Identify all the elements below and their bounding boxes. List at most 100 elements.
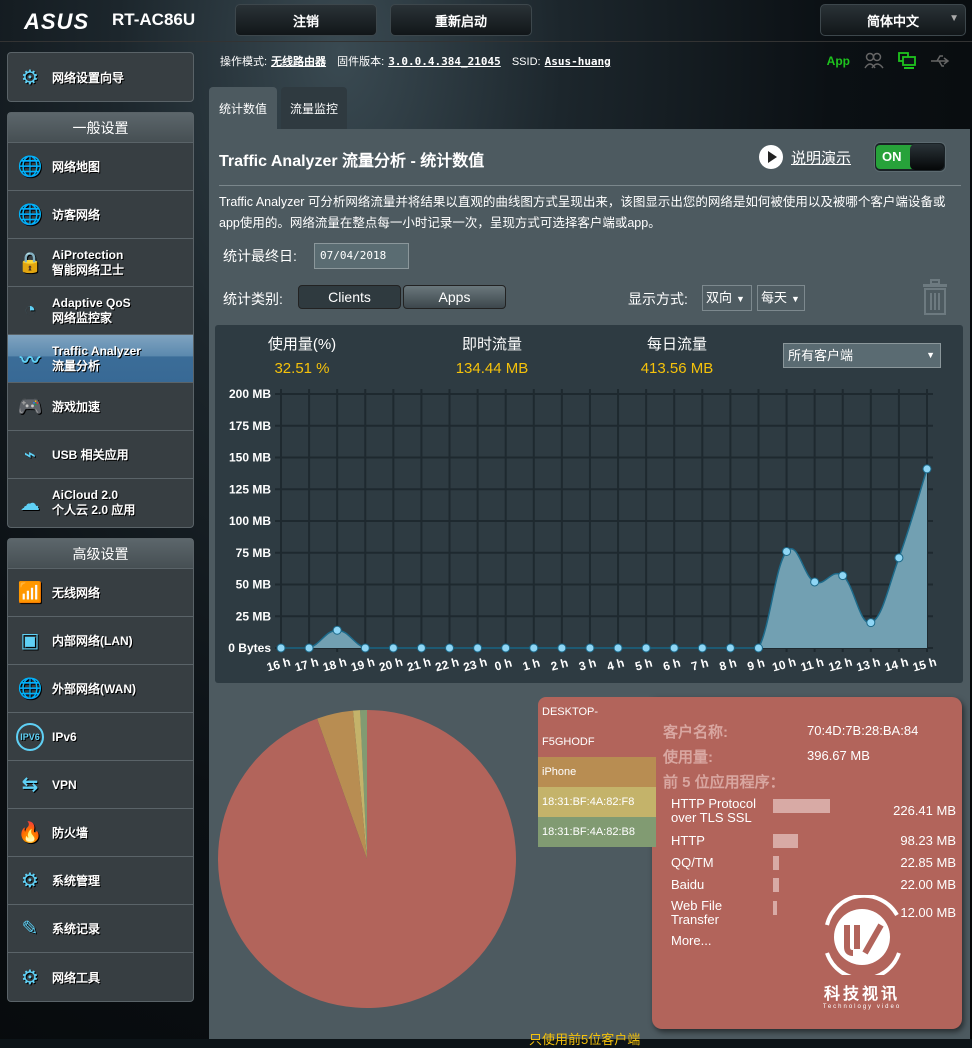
setup-wizard-card: ⚙ 网络设置向导: [7, 52, 194, 102]
demo-link-group[interactable]: 说明演示: [759, 145, 851, 169]
trash-icon[interactable]: [921, 279, 949, 315]
sidebar-item-label: USB 相关应用: [52, 448, 129, 462]
x-tick-label: 12 h: [827, 655, 854, 675]
data-point[interactable]: [360, 643, 370, 653]
sidebar-item-usb[interactable]: ⌁ USB 相关应用: [8, 431, 193, 479]
data-point[interactable]: [304, 643, 314, 653]
sidebar-item-guest-network[interactable]: 🌐 访客网络: [8, 191, 193, 239]
data-point[interactable]: [473, 643, 483, 653]
logout-button[interactable]: 注销: [235, 4, 377, 36]
language-select[interactable]: 简体中文 ▼: [820, 4, 966, 36]
app-usage-bar: [773, 878, 779, 892]
data-point[interactable]: [725, 643, 735, 653]
client-detail-panel: 客户名称: 70:4D:7B:28:BA:84 使用量: 396.67 MB 前…: [652, 697, 962, 1029]
x-tick-label: 14 h: [883, 655, 910, 675]
network-status-icon[interactable]: [898, 52, 916, 70]
sidebar-item-firewall[interactable]: 🔥 防火墙: [8, 809, 193, 857]
chevron-down-icon: ▼: [736, 294, 745, 304]
direction-select[interactable]: 双向 ▼: [702, 285, 752, 311]
traffic-analyzer-toggle[interactable]: ON: [874, 142, 946, 172]
sidebar-item-label: 系统记录: [52, 922, 101, 936]
sidebar-item-traffic-analyzer[interactable]: 〰 Traffic Analyzer 流量分析: [8, 335, 193, 383]
firmware-link[interactable]: 3.0.0.4.384_21045: [388, 55, 501, 68]
area-fill: [281, 468, 927, 648]
advanced-settings-title: 高级设置: [8, 539, 193, 569]
sidebar-item-administration[interactable]: ⚙ 系统管理: [8, 857, 193, 905]
x-tick-label: 19 h: [349, 655, 376, 675]
sidebar-item-aiprotection[interactable]: 🔒 AiProtection 智能网络卫士: [8, 239, 193, 287]
sidebar-item-vpn[interactable]: ⇆ VPN: [8, 761, 193, 809]
sidebar-item-label: Adaptive QoS: [52, 295, 131, 310]
tab-traffic-monitor[interactable]: 流量监控: [281, 87, 347, 129]
sidebar-item-lan[interactable]: ▣ 内部网络(LAN): [8, 617, 193, 665]
data-point[interactable]: [557, 643, 567, 653]
data-point[interactable]: [782, 546, 792, 556]
data-point[interactable]: [388, 643, 398, 653]
data-point[interactable]: [445, 643, 455, 653]
general-settings-menu: 一般设置 🌐 网络地图 🌐 访客网络 🔒 AiProtection 智能网络卫士 ◔ Ad…: [7, 112, 194, 528]
date-input[interactable]: 07/04/2018: [314, 243, 409, 269]
app-status-icon[interactable]: App: [827, 54, 850, 68]
globe-icon: 🌐: [17, 678, 43, 700]
speedometer-icon: ◔: [23, 299, 37, 321]
sidebar-item-network-tools[interactable]: ⚙ 网络工具: [8, 953, 193, 1001]
legend-item[interactable]: DESKTOP- F5GHODF: [538, 697, 656, 757]
data-point[interactable]: [753, 643, 763, 653]
data-point[interactable]: [838, 571, 848, 581]
x-tick-label: 23 h: [462, 655, 489, 675]
y-tick-label: 100 MB: [229, 514, 271, 528]
sidebar-item-setup-wizard[interactable]: ⚙ 网络设置向导: [8, 53, 193, 101]
data-point[interactable]: [922, 464, 932, 474]
sidebar-item-sublabel: 智能网络卫士: [52, 262, 125, 277]
data-point[interactable]: [276, 643, 286, 653]
x-tick-label: 17 h: [293, 655, 320, 675]
data-point[interactable]: [501, 643, 511, 653]
reboot-button[interactable]: 重新启动: [390, 4, 532, 36]
demo-link[interactable]: 说明演示: [791, 147, 851, 168]
data-point[interactable]: [332, 625, 342, 635]
sidebar-item-label: 无线网络: [52, 586, 101, 600]
legend-item[interactable]: 18:31:BF:4A:82:B8: [538, 817, 656, 847]
sidebar-item-adaptive-qos[interactable]: ◔ Adaptive QoS 网络监控家: [8, 287, 193, 335]
data-point[interactable]: [613, 643, 623, 653]
period-value: 每天: [761, 290, 788, 305]
sidebar-item-aicloud[interactable]: ☁ AiCloud 2.0 个人云 2.0 应用: [8, 479, 193, 527]
data-point[interactable]: [529, 643, 539, 653]
pie-slice[interactable]: [218, 710, 516, 1008]
sidebar-item-label: 系统管理: [52, 874, 101, 888]
ssid-link[interactable]: Asus-huang: [545, 55, 611, 68]
client-usage-value: 396.67 MB: [807, 748, 870, 763]
tab-statistics[interactable]: 统计数值: [209, 87, 277, 129]
sidebar-item-system-log[interactable]: ✎ 系统记录: [8, 905, 193, 953]
sidebar-item-label: 外部网络(WAN): [52, 682, 136, 696]
sidebar-item-ipv6[interactable]: IPV6 IPv6: [8, 713, 193, 761]
legend-item[interactable]: 18:31:BF:4A:82:F8: [538, 787, 656, 817]
app-usage-value: 98.23 MB: [900, 833, 956, 848]
ipv6-icon: IPV6: [16, 722, 44, 751]
data-point[interactable]: [669, 643, 679, 653]
clients-icon[interactable]: [864, 52, 884, 70]
data-point[interactable]: [697, 643, 707, 653]
data-point[interactable]: [585, 643, 595, 653]
data-point[interactable]: [894, 553, 904, 563]
period-select[interactable]: 每天 ▼: [757, 285, 805, 311]
app-row: HTTP Protocol over TLS SSL 226.41 MB: [671, 797, 956, 825]
sidebar-item-wan[interactable]: 🌐 外部网络(WAN): [8, 665, 193, 713]
legend-item[interactable]: iPhone: [538, 757, 656, 787]
data-point[interactable]: [866, 618, 876, 628]
clients-button[interactable]: Clients: [298, 285, 401, 309]
data-point[interactable]: [641, 643, 651, 653]
x-tick-label: 3 h: [577, 656, 597, 674]
sidebar-item-network-map[interactable]: 🌐 网络地图: [8, 143, 193, 191]
play-icon[interactable]: [759, 145, 783, 169]
app-usage-value: 22.85 MB: [900, 855, 956, 870]
usb-icon: ⌁: [23, 444, 37, 466]
usb-status-icon[interactable]: [930, 54, 950, 68]
sidebar-item-sublabel: 个人云 2.0 应用: [52, 503, 136, 517]
data-point[interactable]: [416, 643, 426, 653]
sidebar-item-wireless[interactable]: 📶 无线网络: [8, 569, 193, 617]
apps-button[interactable]: Apps: [403, 285, 506, 309]
data-point[interactable]: [810, 577, 820, 587]
sidebar-item-game-boost[interactable]: 🎮 游戏加速: [8, 383, 193, 431]
mode-link[interactable]: 无线路由器: [271, 56, 326, 68]
